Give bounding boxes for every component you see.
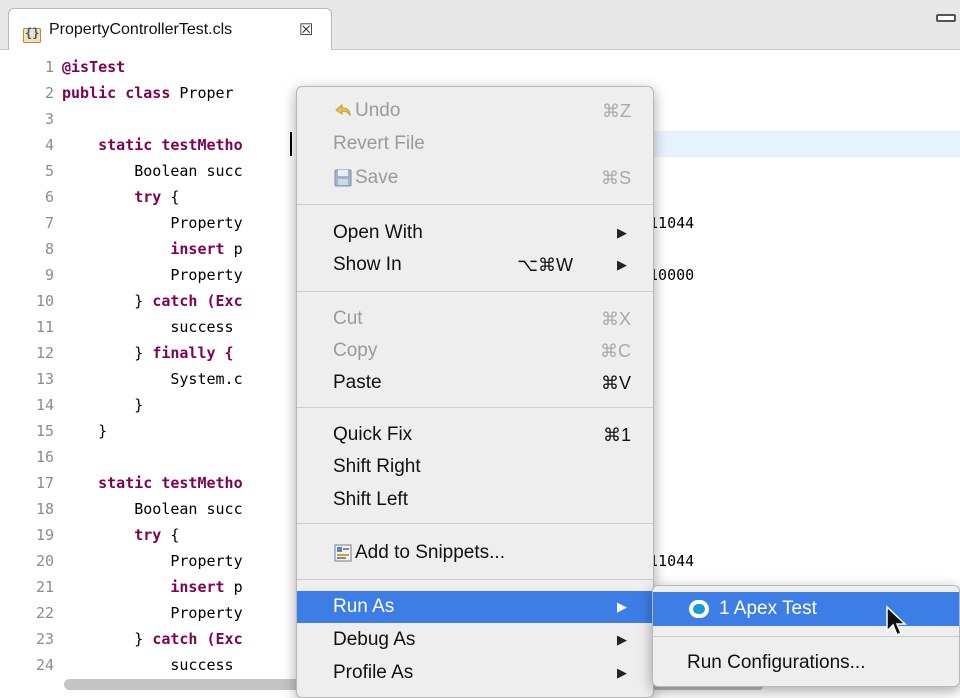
code-text: Boolean succ bbox=[134, 162, 243, 180]
menu-item-quick-fix[interactable]: Quick Fix ⌘1 bbox=[297, 419, 653, 451]
menu-item-undo[interactable]: Undo ⌘Z bbox=[297, 95, 653, 127]
line-number: 3 bbox=[44, 110, 54, 128]
line-number: 14 bbox=[35, 396, 54, 414]
apex-class-file-icon: {} bbox=[23, 24, 43, 43]
context-menu: Undo ⌘Z Revert File Save ⌘S Open With ▶ … bbox=[296, 86, 654, 698]
menu-separator bbox=[297, 579, 653, 580]
line-number: 10 bbox=[35, 292, 54, 310]
undo-icon bbox=[335, 103, 351, 117]
line-number: 4 bbox=[44, 136, 54, 154]
menu-separator bbox=[297, 407, 653, 408]
code-text: insert p bbox=[170, 578, 243, 596]
menu-item-add-to-snippets[interactable]: Add to Snippets... bbox=[297, 537, 653, 569]
code-line: 1 @isTest bbox=[0, 54, 960, 80]
line-number: 22 bbox=[35, 604, 54, 622]
code-text: Boolean succ bbox=[134, 500, 243, 518]
code-text: Property bbox=[170, 604, 243, 622]
close-tab-icon[interactable]: ☒ bbox=[299, 20, 313, 40]
code-text: } bbox=[98, 422, 108, 440]
line-number: 15 bbox=[35, 422, 54, 440]
line-number: 6 bbox=[44, 188, 54, 206]
menu-item-shift-left[interactable]: Shift Left bbox=[297, 484, 653, 516]
line-number: 20 bbox=[35, 552, 54, 570]
menu-item-save[interactable]: Save ⌘S bbox=[297, 162, 653, 194]
code-text: @isTest bbox=[62, 58, 126, 76]
line-number: 17 bbox=[35, 474, 54, 492]
line-number: 2 bbox=[44, 84, 54, 102]
code-text: try { bbox=[134, 188, 180, 206]
submenu-arrow-icon: ▶ bbox=[617, 632, 627, 647]
salesforce-cloud-icon bbox=[689, 600, 709, 618]
code-text: static testMetho bbox=[98, 474, 243, 492]
run-as-submenu: 1 Apex Test Run Configurations... bbox=[652, 585, 960, 687]
line-number: 9 bbox=[44, 266, 54, 284]
code-text: System.c bbox=[170, 370, 243, 388]
line-number: 1 bbox=[44, 58, 54, 76]
submenu-arrow-icon: ▶ bbox=[617, 665, 627, 680]
menu-item-shift-right[interactable]: Shift Right bbox=[297, 451, 653, 483]
menu-item-revert-file[interactable]: Revert File bbox=[297, 128, 653, 160]
submenu-item-apex-test[interactable]: 1 Apex Test bbox=[653, 592, 959, 626]
code-text: success bbox=[170, 318, 234, 336]
snippets-icon bbox=[334, 544, 352, 562]
mouse-pointer-icon bbox=[886, 605, 907, 637]
line-number: 5 bbox=[44, 162, 54, 180]
menu-item-cut[interactable]: Cut ⌘X bbox=[297, 303, 653, 335]
line-number: 19 bbox=[35, 526, 54, 544]
line-number: 13 bbox=[35, 370, 54, 388]
code-text: } catch (Exc bbox=[134, 630, 243, 648]
line-number: 24 bbox=[35, 656, 54, 674]
menu-item-open-with[interactable]: Open With ▶ bbox=[297, 217, 653, 249]
code-text: } finally { bbox=[134, 344, 234, 362]
editor-tab[interactable]: {} PropertyControllerTest.cls ☒ bbox=[8, 8, 332, 50]
menu-item-show-in[interactable]: Show In ⌥⌘W ▶ bbox=[297, 249, 653, 281]
code-text: success bbox=[170, 656, 234, 674]
minimize-icon[interactable] bbox=[936, 14, 956, 22]
menu-separator bbox=[297, 291, 653, 292]
code-text: } catch (Exc bbox=[134, 292, 243, 310]
line-number: 11 bbox=[35, 318, 54, 336]
line-number: 16 bbox=[35, 448, 54, 466]
text-cursor bbox=[290, 132, 292, 156]
tab-title: PropertyControllerTest.cls bbox=[49, 21, 233, 38]
menu-separator bbox=[297, 523, 653, 524]
line-number: 12 bbox=[35, 344, 54, 362]
menu-separator bbox=[297, 204, 653, 205]
submenu-arrow-icon: ▶ bbox=[617, 225, 627, 240]
menu-item-profile-as[interactable]: Profile As ▶ bbox=[297, 657, 653, 689]
editor-tab-bar: {} PropertyControllerTest.cls ☒ bbox=[0, 0, 960, 50]
line-number: 21 bbox=[35, 578, 54, 596]
code-text: } bbox=[134, 396, 144, 414]
line-number: 8 bbox=[44, 240, 54, 258]
save-disk-icon bbox=[334, 169, 352, 187]
line-number: 7 bbox=[44, 214, 54, 232]
code-text: try { bbox=[134, 526, 180, 544]
menu-item-copy[interactable]: Copy ⌘C bbox=[297, 335, 653, 367]
menu-item-run-as[interactable]: Run As ▶ bbox=[297, 591, 653, 623]
menu-separator bbox=[653, 636, 959, 637]
code-text: public class Proper bbox=[62, 84, 234, 102]
code-text: static testMetho bbox=[98, 136, 243, 154]
code-text: insert p bbox=[170, 240, 243, 258]
submenu-item-run-configurations[interactable]: Run Configurations... bbox=[653, 646, 959, 680]
menu-item-debug-as[interactable]: Debug As ▶ bbox=[297, 624, 653, 656]
submenu-arrow-icon: ▶ bbox=[617, 257, 627, 272]
line-number: 18 bbox=[35, 500, 54, 518]
line-number: 23 bbox=[35, 630, 54, 648]
menu-item-paste[interactable]: Paste ⌘V bbox=[297, 367, 653, 399]
submenu-arrow-icon: ▶ bbox=[617, 599, 627, 614]
